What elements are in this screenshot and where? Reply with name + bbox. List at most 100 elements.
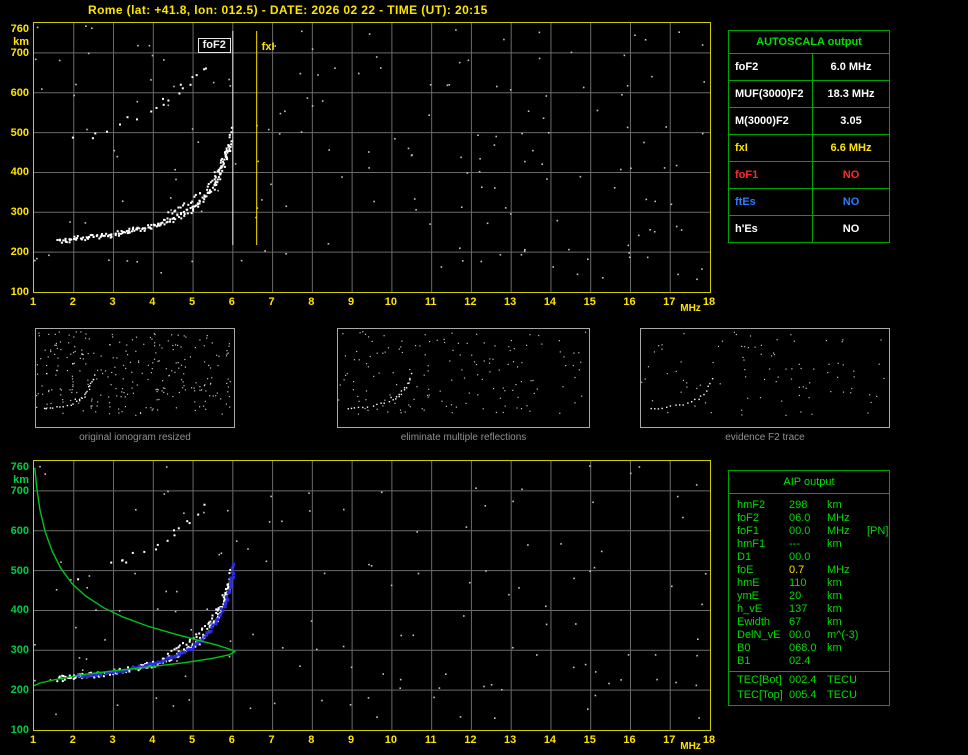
x-axis-tick-label: 2	[69, 296, 76, 308]
aip-param-note	[867, 616, 889, 629]
aip-param-note	[867, 551, 889, 564]
autoscala-param-label: foF1	[729, 162, 813, 188]
x-axis-tick-label: 14	[543, 734, 557, 746]
aip-param-note	[867, 512, 889, 525]
x-axis-tick-label: 4	[149, 734, 156, 746]
x-axis-tick-label: 3	[109, 734, 116, 746]
aip-param-unit: km	[827, 590, 842, 602]
x-axis-tick-label: 3	[109, 296, 116, 308]
y-axis-tick-label: 500	[10, 564, 29, 577]
x-axis-tick-label: 9	[348, 734, 355, 746]
aip-param-value: 137	[789, 603, 808, 615]
autoscala-param-label: h'Es	[729, 216, 813, 242]
aip-param-label: foE	[737, 564, 754, 576]
aip-param-unit: m^(-3)	[827, 629, 859, 641]
aip-param-value: 00.0	[789, 629, 811, 641]
x-axis-tick-label: 1	[29, 296, 37, 308]
y-axis-unit-label: km	[13, 36, 29, 48]
autoscala-table: AUTOSCALA output foF2 6.0 MHz MUF(3000)F2 1…	[728, 30, 890, 243]
aip-param-note	[867, 499, 889, 512]
aip-param-note	[867, 577, 889, 590]
aip-table-body: hmF2 298 km foF2 06.0 MHz foF1 00.0 MHz [PN] hmF1 -…	[729, 494, 889, 705]
y-axis-tick-label: 700	[10, 46, 29, 59]
x-axis-tick-label: 17	[663, 734, 676, 746]
aip-row: B0 068.0 km	[729, 642, 889, 655]
aip-param-unit: km	[827, 603, 842, 615]
x-axis-tick-label: 6	[228, 734, 235, 746]
x-axis-tick-label: 16	[623, 296, 636, 308]
aip-param-unit: km	[827, 577, 842, 589]
aip-param-label: h_vE	[737, 603, 763, 615]
y-axis-tick-label: 760	[10, 461, 29, 473]
aip-param-label: hmE	[737, 577, 760, 589]
aip-param-note	[867, 564, 889, 577]
autoscala-table-body: foF2 6.0 MHz MUF(3000)F2 18.3 MHz M(3000)F2 3…	[729, 54, 889, 242]
aip-param-note	[867, 689, 889, 702]
y-axis-tick-label: 760	[10, 23, 29, 35]
x-axis-unit-label: MHz	[680, 303, 701, 314]
thumb-caption-original: original ionogram resized	[79, 432, 191, 443]
aip-row: Ewidth 67 km	[729, 616, 889, 629]
aip-param-unit: km	[827, 642, 842, 654]
aip-param-unit: km	[827, 616, 842, 628]
aip-param-label: DelN_vE	[737, 629, 781, 641]
aip-param-label: hmF2	[737, 499, 766, 511]
thumb-original-ionogram	[35, 328, 235, 428]
aip-row: B1 02.4	[729, 655, 889, 668]
aip-param-value: 00.0	[789, 551, 811, 563]
aip-param-note	[867, 655, 889, 668]
aip-row: foF2 06.0 MHz	[729, 512, 889, 525]
aip-param-label: B0	[737, 642, 751, 654]
x-axis-tick-label: 4	[149, 296, 156, 308]
aip-param-value: ---	[789, 538, 800, 550]
aip-param-unit	[827, 655, 867, 668]
x-axis-tick-label: 15	[583, 734, 596, 746]
x-axis-tick-label: 5	[188, 734, 196, 746]
aip-param-note	[867, 603, 889, 616]
autoscala-param-label: fxI	[729, 135, 813, 161]
x-axis-tick-label: 10	[384, 296, 397, 308]
x-axis-tick-label: 11	[424, 734, 437, 746]
y-axis-tick-label: 600	[10, 86, 29, 99]
autoscala-row: h'Es NO	[729, 216, 889, 242]
aip-param-value: 0.7	[789, 564, 805, 576]
page-title: Rome (lat: +41.8, lon: 012.5) - DATE: 20…	[88, 3, 488, 17]
aip-row: hmE 110 km	[729, 577, 889, 590]
aip-param-unit: km	[827, 538, 842, 550]
aip-param-label: Ewidth	[737, 616, 771, 628]
autoscala-param-value: 6.6 MHz	[830, 142, 872, 154]
x-axis-tick-label: 12	[464, 296, 477, 308]
x-axis-tick-label: 15	[583, 296, 596, 308]
autoscala-param-value: NO	[842, 169, 860, 181]
x-axis-tick-label: 7	[268, 296, 275, 308]
thumb-caption-f2: evidence F2 trace	[725, 432, 805, 443]
x-axis-tick-label: 16	[623, 734, 636, 746]
aip-row: foE 0.7 MHz	[729, 564, 889, 577]
autoscala-param-value: NO	[842, 223, 860, 235]
x-axis-tick-label: 6	[228, 296, 235, 308]
aip-param-label: D1	[737, 551, 752, 563]
x-axis-tick-label: 17	[663, 296, 676, 308]
x-axis-tick-label: 9	[348, 296, 355, 308]
aip-param-note	[867, 538, 889, 551]
aip-param-label: B1	[737, 655, 751, 667]
aip-param-note	[867, 629, 889, 642]
autoscala-row: M(3000)F2 3.05	[729, 108, 889, 135]
x-axis-unit-label: MHz	[680, 741, 701, 752]
aip-param-note	[867, 674, 889, 689]
y-axis-unit-label: km	[13, 474, 29, 486]
autoscala-param-label: ftEs	[729, 189, 813, 215]
fxI-marker-label: fxI	[261, 41, 275, 53]
aip-table: AIP output hmF2 298 km foF2 06.0 MHz foF1 00.0 M…	[728, 470, 890, 706]
x-axis-tick-label: 10	[384, 734, 397, 746]
aip-param-unit: MHz	[827, 525, 850, 537]
aip-table-header: AIP output	[729, 471, 889, 494]
aip-param-value: 298	[789, 499, 808, 511]
y-axis-tick-label: 600	[10, 524, 29, 537]
x-axis-tick-label: 13	[504, 734, 517, 746]
y-axis-tick-label: 200	[10, 684, 29, 697]
x-axis-tick-label: 11	[424, 296, 437, 308]
aip-param-label: TEC[Top]	[737, 689, 783, 701]
autoscala-row: fxI 6.6 MHz	[729, 135, 889, 162]
thumb-evidence-f2	[640, 328, 890, 428]
